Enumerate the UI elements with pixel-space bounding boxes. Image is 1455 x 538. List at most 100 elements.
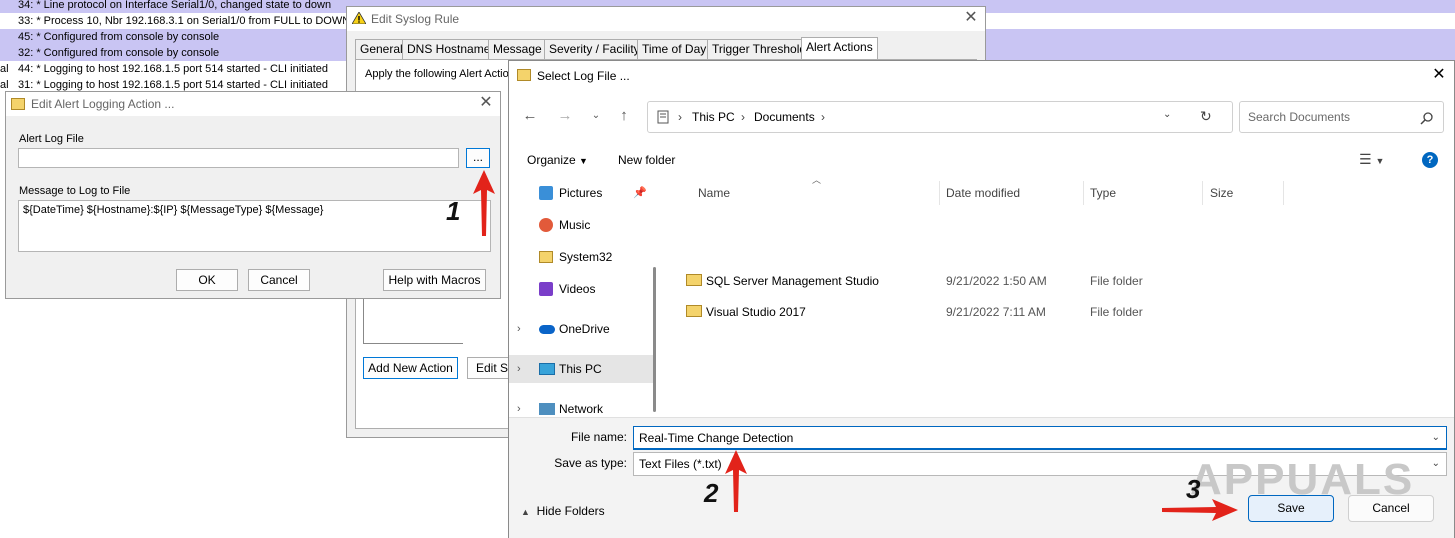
search-box[interactable]: Search Documents: [1239, 101, 1444, 133]
edit-alert-logging-window: Edit Alert Logging Action ... ✕ Alert Lo…: [5, 91, 501, 299]
sidebar-item-onedrive[interactable]: › OneDrive: [509, 315, 655, 343]
new-folder-button[interactable]: New folder: [618, 153, 675, 167]
videos-icon: [539, 282, 553, 296]
pictures-icon: [539, 186, 553, 200]
hide-folders-button[interactable]: ▲ Hide Folders: [521, 504, 605, 518]
alert-log-file-label: Alert Log File: [19, 133, 84, 145]
file-name: Visual Studio 2017: [706, 305, 806, 319]
search-input[interactable]: Search Documents: [1248, 110, 1350, 124]
message-label: Message to Log to File: [19, 185, 131, 197]
tab-time-of-day[interactable]: Time of Day: [637, 39, 712, 59]
expand-chevron-icon[interactable]: ›: [517, 315, 521, 343]
breadcrumb-documents[interactable]: Documents: [754, 110, 815, 124]
file-name-input[interactable]: Real-Time Change Detection ⌄: [633, 426, 1447, 450]
apply-actions-text: Apply the following Alert Actions: [365, 68, 521, 80]
save-as-type-label: Save as type:: [554, 456, 627, 470]
sort-chevron-up-icon: ︿: [812, 175, 822, 185]
file-date: 9/21/2022 1:50 AM: [946, 274, 1047, 288]
file-name: SQL Server Management Studio: [706, 274, 879, 288]
column-divider[interactable]: [1283, 181, 1284, 205]
file-list: Name ︿ Date modified Type Size SQL Serve…: [665, 175, 1455, 415]
folder-icon: [11, 98, 25, 110]
tab-dns-hostname[interactable]: DNS Hostname: [402, 39, 496, 59]
chevron-down-icon[interactable]: ⌄: [1432, 453, 1440, 475]
sidebar-item-this-pc[interactable]: › This PC: [509, 355, 655, 383]
chevron-down-icon[interactable]: ⌄: [1432, 427, 1440, 449]
file-type: File folder: [1090, 274, 1143, 288]
alert-log-file-input[interactable]: [18, 148, 459, 168]
window-title: Edit Alert Logging Action ...: [31, 97, 175, 111]
column-divider[interactable]: [1202, 181, 1203, 205]
log-row-text: 44: * Logging to host 192.168.1.5 port 5…: [18, 63, 329, 75]
title-bar: Edit Syslog Rule ✕: [347, 7, 985, 31]
file-name-label: File name:: [570, 430, 627, 444]
title-bar: Edit Alert Logging Action ... ✕: [6, 92, 500, 116]
tab-alert-actions[interactable]: Alert Actions: [801, 37, 878, 59]
chevron-up-icon: ▲: [521, 507, 530, 517]
tab-message[interactable]: Message: [488, 39, 547, 59]
chevron-right-icon: ›: [821, 110, 825, 124]
column-divider[interactable]: [939, 181, 940, 205]
search-icon: [1420, 112, 1433, 125]
title-bar: Select Log File ... ✕: [509, 61, 1454, 89]
pin-icon: 📌: [633, 187, 647, 199]
help-icon[interactable]: ?: [1422, 152, 1438, 168]
view-options-icon[interactable]: ☰ ▼: [1359, 151, 1384, 168]
add-new-action-button[interactable]: Add New Action: [363, 357, 458, 379]
close-button[interactable]: ✕: [1429, 66, 1449, 84]
annotation-number-1: 1: [446, 196, 461, 226]
ok-button[interactable]: OK: [176, 269, 238, 291]
back-arrow-icon[interactable]: ←: [521, 107, 539, 125]
sidebar-item-videos[interactable]: Videos: [509, 275, 655, 303]
breadcrumb-this-pc[interactable]: This PC: [692, 110, 735, 124]
chevron-down-icon: ▼: [579, 156, 588, 166]
column-header-type[interactable]: Type: [1090, 181, 1116, 205]
tab-severity-facility[interactable]: Severity / Facility: [544, 39, 645, 59]
address-bar[interactable]: › This PC › Documents › ⌄ ↻: [647, 101, 1233, 133]
log-row-text: 45: * Configured from console by console: [18, 31, 220, 43]
organize-label: Organize: [527, 153, 576, 167]
file-row[interactable]: Visual Studio 2017 9/21/2022 7:11 AM Fil…: [665, 297, 1455, 327]
folder-icon: [539, 251, 553, 263]
organize-menu[interactable]: Organize ▼: [527, 153, 588, 167]
actions-list[interactable]: [363, 292, 463, 344]
tab-general[interactable]: General: [355, 39, 408, 59]
tab-trigger-threshold[interactable]: Trigger Threshold: [707, 39, 812, 59]
expand-chevron-icon[interactable]: ›: [517, 355, 521, 383]
sidebar-item-system32[interactable]: System32: [509, 243, 655, 271]
log-row-text: 34: * Line protocol on Interface Serial1…: [18, 0, 332, 11]
message-textarea[interactable]: ${DateTime} ${Hostname}:${IP} ${MessageT…: [18, 200, 491, 252]
folder-icon: [686, 305, 702, 317]
window-title: Select Log File ...: [537, 69, 630, 83]
log-row-text: 33: * Process 10, Nbr 192.168.3.1 on Ser…: [18, 15, 354, 27]
help-with-macros-button[interactable]: Help with Macros: [383, 269, 486, 291]
column-header-name[interactable]: Name: [698, 181, 730, 205]
forward-arrow-icon[interactable]: →: [556, 107, 574, 125]
annotation-arrow-up-icon: [473, 170, 495, 236]
window-title: Edit Syslog Rule: [371, 12, 460, 26]
browse-button[interactable]: ...: [466, 148, 490, 168]
column-divider[interactable]: [1083, 181, 1084, 205]
sidebar-scrollbar[interactable]: [653, 267, 656, 412]
up-arrow-icon[interactable]: ↑: [615, 107, 633, 125]
close-button[interactable]: ✕: [961, 9, 981, 27]
music-icon: [539, 218, 553, 232]
cancel-button[interactable]: Cancel: [248, 269, 310, 291]
close-button[interactable]: ✕: [476, 94, 496, 112]
refresh-icon[interactable]: ↻: [1200, 108, 1212, 125]
pc-icon: [539, 363, 555, 375]
hide-folders-label: Hide Folders: [536, 504, 605, 518]
address-dropdown-icon[interactable]: ⌄: [1163, 109, 1171, 120]
recent-chevron-down-icon[interactable]: ⌄: [587, 107, 605, 125]
sidebar-item-music[interactable]: Music: [509, 211, 655, 239]
sidebar-item-pictures[interactable]: Pictures 📌: [509, 179, 655, 207]
column-header-size[interactable]: Size: [1210, 181, 1233, 205]
annotation-number-2: 2: [704, 478, 719, 508]
file-row[interactable]: SQL Server Management Studio 9/21/2022 1…: [665, 266, 1455, 296]
column-header-date[interactable]: Date modified: [946, 181, 1020, 205]
documents-icon: [657, 110, 669, 124]
file-type: File folder: [1090, 305, 1143, 319]
onedrive-icon: [539, 325, 555, 334]
save-as-type-value: Text Files (*.txt): [639, 457, 722, 471]
folder-icon: [686, 274, 702, 286]
